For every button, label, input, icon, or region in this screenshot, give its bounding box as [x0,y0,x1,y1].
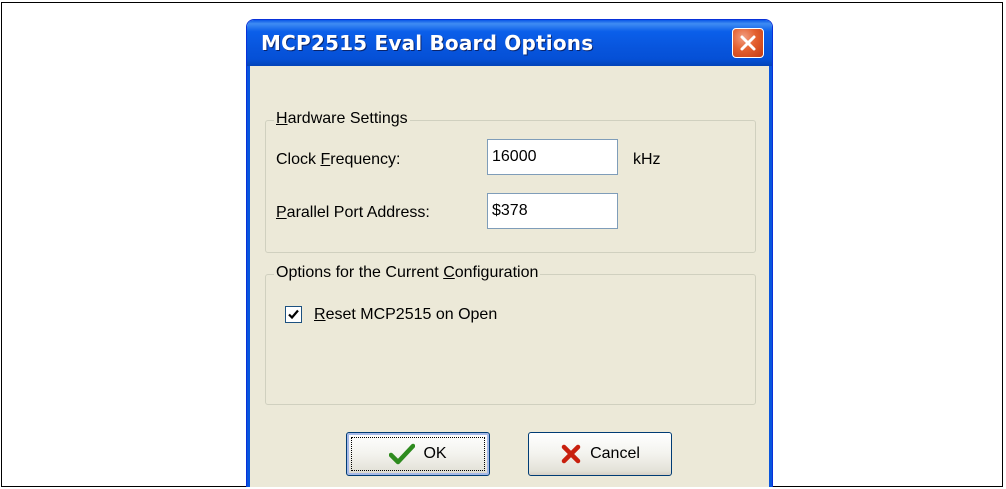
hardware-settings-legend: Hardware Settings [274,110,410,128]
dialog-title: MCP2515 Eval Board Options [261,31,594,55]
ok-button-label: OK [423,445,447,462]
clock-frequency-label: Clock Frequency: [276,151,401,168]
parallel-port-value: $378 [492,202,528,219]
cancel-button[interactable]: Cancel [528,432,672,476]
clock-frequency-value: 16000 [492,148,537,165]
focus-rect [351,437,485,471]
reset-on-open-checkbox[interactable] [285,306,302,323]
cross-icon [561,444,581,464]
clock-frequency-input[interactable]: 16000 [487,139,618,175]
clock-unit-label: kHz [633,151,661,168]
configuration-options-group: Options for the Current Configuration [265,264,756,405]
options-dialog: MCP2515 Eval Board Options Hardware Sett… [246,19,773,487]
close-button[interactable] [732,28,764,58]
title-bar[interactable]: MCP2515 Eval Board Options [247,20,772,66]
dialog-body: Hardware Settings Clock Frequency: 16000… [247,66,772,487]
cancel-button-label: Cancel [590,445,640,462]
checkmark-icon [389,443,416,465]
close-icon [740,35,756,51]
ok-button[interactable]: OK [346,432,490,476]
configuration-options-legend: Options for the Current Configuration [274,264,541,282]
reset-on-open-label[interactable]: Reset MCP2515 on Open [314,306,497,324]
parallel-port-label: Parallel Port Address: [276,204,430,221]
checkmark-icon [288,309,299,320]
parallel-port-input[interactable]: $378 [487,193,618,229]
